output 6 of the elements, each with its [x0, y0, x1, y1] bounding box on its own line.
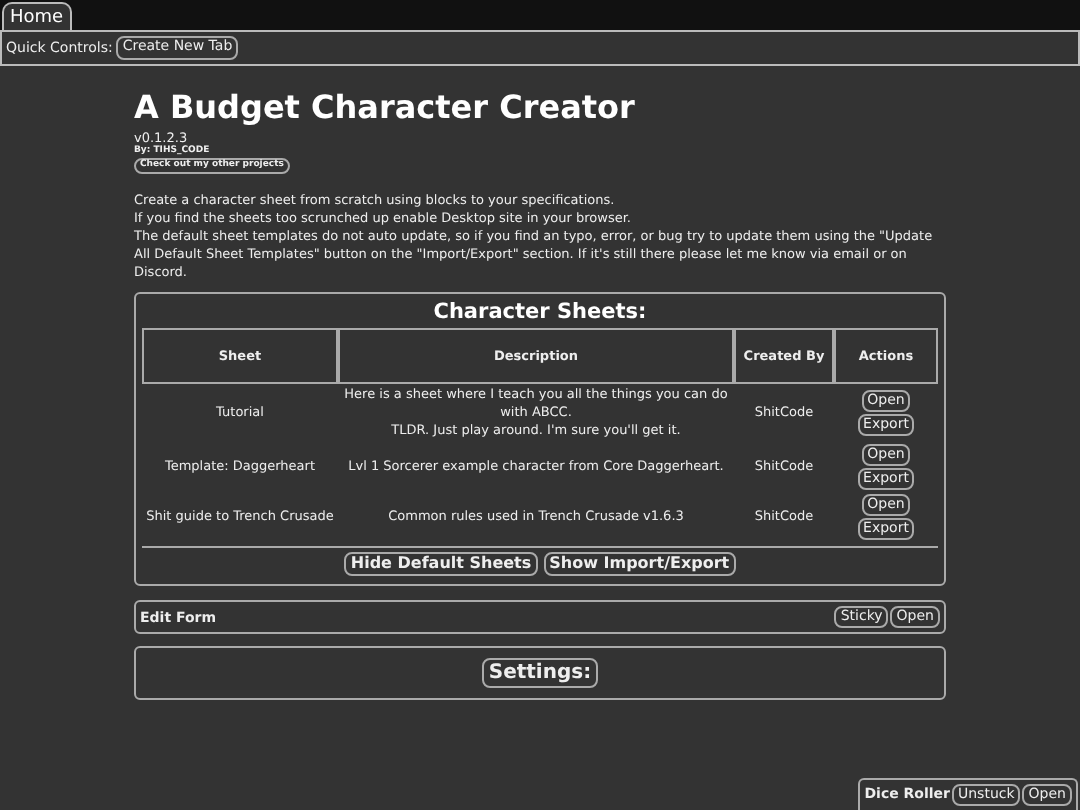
app-title: A Budget Character Creator — [134, 88, 637, 126]
import-export-button[interactable]: Show Import/Export — [543, 551, 736, 577]
hide-defaults-button[interactable]: Hide Default Sheets — [344, 551, 538, 577]
panel-title: Character Sheets: — [433, 300, 647, 325]
settings-button[interactable]: Settings: — [482, 658, 598, 689]
home-tab[interactable]: Home — [2, 2, 72, 30]
